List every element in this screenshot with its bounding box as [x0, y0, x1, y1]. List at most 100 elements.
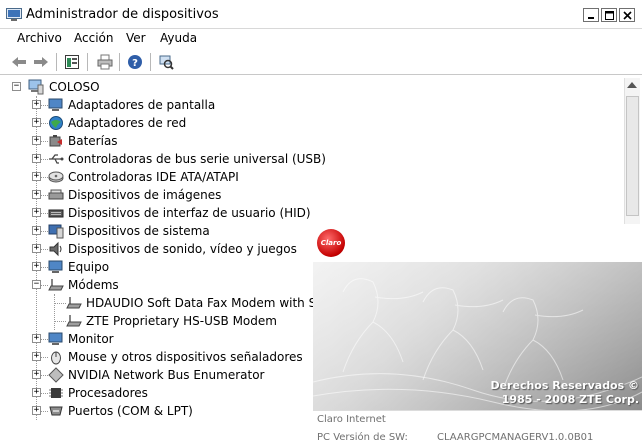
vertical-scrollbar[interactable] [624, 78, 640, 248]
toolbar-separator [56, 53, 57, 71]
splash-screen: Claro Derechos Reservados © 1985 - 2008 … [313, 224, 642, 410]
system-device-icon [48, 224, 64, 239]
help-button[interactable]: ? [126, 53, 144, 71]
mouse-icon [51, 351, 61, 365]
window-title: Administrador de dispositivos [26, 7, 219, 22]
sound-device-icon [49, 241, 62, 257]
expand-icon[interactable]: + [32, 352, 41, 361]
collapse-icon[interactable]: − [32, 280, 41, 289]
toolbar: ? [0, 49, 642, 75]
modem-icon [48, 279, 64, 291]
title-bar: Administrador de dispositivos [0, 0, 642, 29]
maximize-button[interactable] [601, 8, 617, 22]
expand-icon[interactable]: + [32, 226, 41, 235]
print-icon [97, 54, 113, 70]
claro-logo-text: Claro [320, 239, 342, 247]
company-name: Claro Internet [317, 414, 386, 425]
tree-item[interactable]: + Controladoras IDE ATA/ATAPI [6, 168, 624, 186]
scroll-up-icon[interactable] [627, 82, 637, 88]
tree-root[interactable]: − COLOSO [6, 78, 624, 96]
bus-enumerator-icon [48, 367, 64, 383]
tree-item-label: Adaptadores de pantalla [68, 98, 216, 112]
tree-item-label: Módems [68, 278, 119, 292]
back-button[interactable] [10, 53, 28, 71]
menu-ver[interactable]: Ver [126, 31, 146, 45]
print-button[interactable] [96, 53, 114, 71]
computer-icon [48, 260, 63, 273]
ide-controller-icon [48, 171, 64, 183]
copyright-line: Derechos Reservados © [490, 379, 639, 392]
tree-item[interactable]: + Adaptadores de red [6, 114, 624, 132]
monitor-icon [48, 332, 63, 345]
scan-hardware-button[interactable] [157, 53, 175, 71]
display-adapter-icon [48, 98, 63, 111]
expand-icon[interactable]: + [32, 118, 41, 127]
menu-bar: Archivo Acción Ver Ayuda [0, 29, 642, 49]
modem-icon [66, 315, 82, 327]
maximize-icon [604, 10, 614, 20]
expand-icon[interactable]: + [32, 190, 41, 199]
copyright-text: Derechos Reservados © 1985 - 2008 ZTE Co… [483, 379, 639, 407]
expand-icon[interactable]: + [32, 406, 41, 415]
device-manager-icon [6, 8, 22, 21]
claro-logo: Claro [317, 229, 345, 257]
menu-ayuda[interactable]: Ayuda [160, 31, 197, 45]
scroll-thumb[interactable] [626, 96, 639, 216]
expand-icon[interactable]: + [32, 334, 41, 343]
collapse-icon[interactable]: − [12, 82, 21, 91]
tree-item[interactable]: + Baterías [6, 132, 624, 150]
menu-archivo[interactable]: Archivo [17, 31, 62, 45]
tree-guide-line [54, 303, 66, 304]
tree-item-label: Dispositivos de sonido, vídeo y juegos [68, 242, 297, 256]
tree-item[interactable]: + Dispositivos de imágenes [6, 186, 624, 204]
modem-icon [66, 297, 82, 309]
expand-icon[interactable]: + [32, 262, 41, 271]
tree-item-label: Equipo [68, 260, 110, 274]
expand-icon[interactable]: + [32, 388, 41, 397]
tree-item-label: NVIDIA Network Bus Enumerator [68, 368, 265, 382]
tree-item[interactable]: + Controladoras de bus serie universal (… [6, 150, 624, 168]
copyright-line: 1985 - 2008 ZTE Corp. [501, 393, 639, 406]
port-icon [49, 406, 63, 416]
tree-item-label: Mouse y otros dispositivos señaladores [68, 350, 303, 364]
menu-accion[interactable]: Acción [74, 31, 113, 45]
tree-item-label: Monitor [68, 332, 114, 346]
tree-root-label: COLOSO [49, 80, 100, 94]
tree-item[interactable]: + Dispositivos de interfaz de usuario (H… [6, 204, 624, 222]
battery-icon [49, 135, 62, 147]
tree-item-label: Dispositivos de imágenes [68, 188, 222, 202]
close-button[interactable] [619, 8, 635, 22]
forward-arrow-icon [34, 57, 48, 67]
tree-item[interactable]: + Adaptadores de pantalla [6, 96, 624, 114]
version-label: PC Versión de SW: [317, 432, 408, 443]
expand-icon[interactable]: + [32, 370, 41, 379]
forward-button[interactable] [32, 53, 50, 71]
minimize-button[interactable] [583, 8, 599, 22]
hid-icon [48, 209, 64, 218]
expand-icon[interactable]: + [32, 172, 41, 181]
tree-item-label: Controladoras IDE ATA/ATAPI [68, 170, 239, 184]
tree-item-label: Procesadores [68, 386, 148, 400]
tree-item-label: Puertos (COM & LPT) [68, 404, 193, 418]
tree-item-label: Dispositivos de sistema [68, 224, 210, 238]
properties-button[interactable] [63, 53, 81, 71]
toolbar-separator [150, 53, 151, 71]
expand-icon[interactable]: + [32, 136, 41, 145]
expand-icon[interactable]: + [32, 208, 41, 217]
toolbar-separator [87, 53, 88, 71]
expand-icon[interactable]: + [32, 244, 41, 253]
expand-icon[interactable]: + [32, 100, 41, 109]
scan-hardware-icon [159, 55, 174, 70]
back-arrow-icon [12, 57, 26, 67]
computer-root-icon [28, 79, 44, 95]
tree-item-label: ZTE Proprietary HS-USB Modem [86, 314, 277, 328]
tree-item-label: Controladoras de bus serie universal (US… [68, 152, 326, 166]
tree-item-label: Baterías [68, 134, 118, 148]
processor-icon [49, 388, 63, 398]
tree-item-label: HDAUDIO Soft Data Fax Modem with Smart [86, 296, 345, 310]
version-value: CLAARGPCMANAGERV1.0.0B01 [437, 432, 594, 443]
minimize-icon [588, 17, 594, 19]
tree-item-label: Dispositivos de interfaz de usuario (HID… [68, 206, 311, 220]
expand-icon[interactable]: + [32, 154, 41, 163]
usb-icon [49, 154, 64, 164]
